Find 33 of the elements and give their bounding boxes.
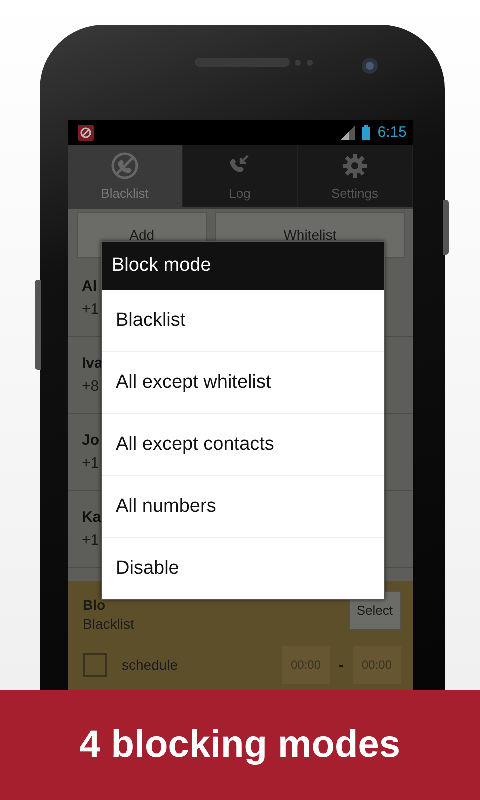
mode-option[interactable]: All numbers <box>102 475 384 537</box>
contact-number: +1 <box>82 532 100 549</box>
banner-text: 4 blocking modes <box>80 724 400 766</box>
contact-name: Al <box>82 278 97 295</box>
contact-name: Ka <box>82 509 102 526</box>
settings-icon <box>341 152 369 180</box>
battery-icon <box>362 125 370 140</box>
contact-name: Jo <box>82 432 100 449</box>
tab-label: Settings <box>332 186 378 200</box>
clock: 6:15 <box>378 124 407 141</box>
mode-value: Blacklist <box>83 616 136 632</box>
time-separator: - <box>339 656 344 674</box>
mode-option[interactable]: All except contacts <box>102 413 384 475</box>
blocked-sign-icon <box>78 124 94 140</box>
dialog-title: Block mode <box>102 242 384 290</box>
tab-label: Log <box>229 186 251 200</box>
tab[interactable]: Log <box>183 145 298 207</box>
schedule-label: schedule <box>122 657 178 673</box>
crossed-phone-icon <box>111 152 139 180</box>
mode-option[interactable]: Disable <box>102 537 384 599</box>
tab-label: Blacklist <box>101 186 149 200</box>
camera-lens-icon <box>361 57 379 75</box>
contact-number: +8 <box>82 378 100 395</box>
signal-icon <box>340 126 355 140</box>
tab[interactable]: Settings <box>298 145 413 207</box>
mode-option[interactable]: All except whitelist <box>102 351 384 413</box>
panel-title: Blo <box>83 597 107 613</box>
sensor-dots-icon <box>294 59 316 67</box>
contact-number: +1 <box>82 455 100 472</box>
schedule-checkbox[interactable] <box>83 653 107 677</box>
mode-option[interactable]: Blacklist <box>102 290 384 351</box>
contact-number: +1 <box>82 301 100 318</box>
tab[interactable]: Blacklist <box>68 145 183 207</box>
